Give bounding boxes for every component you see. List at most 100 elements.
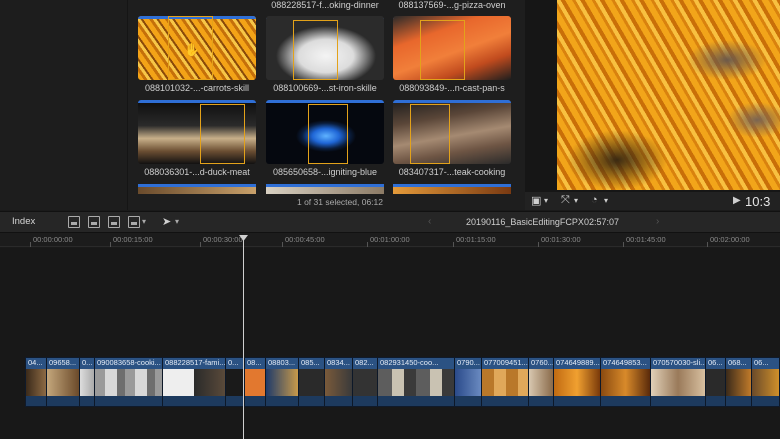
browser-clip-partial[interactable]: 088228517-f...oking-dinner xyxy=(266,0,384,10)
browser-clip[interactable]: 085650658-...igniting-blue xyxy=(266,100,384,177)
timeline-clip[interactable]: 08803... xyxy=(266,358,299,406)
clip-thumbnail[interactable] xyxy=(266,100,384,164)
timeline-clip-label: 0... xyxy=(226,358,244,369)
skim-frame xyxy=(420,20,465,80)
timeline-clip-label: 09658... xyxy=(47,358,79,369)
timeline-clip[interactable]: 0790... xyxy=(455,358,482,406)
clip-thumbnail[interactable] xyxy=(393,16,511,80)
ruler-tick xyxy=(200,242,201,247)
clip-thumbnail[interactable] xyxy=(266,16,384,80)
browser-clip-partial[interactable]: 088137569-...g-pizza-oven xyxy=(393,0,511,10)
project-name: 20190116_BasicEditingFCPX xyxy=(466,217,584,227)
timeline-clip[interactable]: 070570030-sli... xyxy=(651,358,706,406)
chevron-down-icon[interactable]: ▾ xyxy=(574,196,578,205)
timeline-clip-label: 068... xyxy=(726,358,751,369)
connect-clip-icon[interactable] xyxy=(68,216,80,228)
ruler-tick-label: 00:00:30:00 xyxy=(203,235,243,244)
clip-thumbnail[interactable] xyxy=(138,100,256,164)
browser-clip-name: 088137569-...g-pizza-oven xyxy=(398,0,506,10)
browser-clip[interactable]: ✋ 088101032-...-carrots-skill xyxy=(138,16,256,93)
timeline-toolbar: Index ▾ ➤ ▾ ‹ 20190116_BasicEditingFCPX … xyxy=(0,211,780,233)
ruler-tick xyxy=(453,242,454,247)
timeline-clip-label: 082... xyxy=(353,358,377,369)
view-options-icon[interactable]: ▣ xyxy=(531,194,541,207)
transform-icon[interactable]: ⤧ xyxy=(561,194,570,207)
skim-frame xyxy=(200,104,245,164)
select-tool-icon[interactable]: ➤ xyxy=(162,215,171,228)
viewer: ▣ ▾ ⤧ ▾ ◔ ▾ ▶ 10:3 xyxy=(525,0,780,210)
timeline-clip[interactable]: 0760... xyxy=(529,358,554,406)
back-arrow-icon[interactable]: ‹ xyxy=(428,216,431,227)
play-icon[interactable]: ▶ xyxy=(733,195,741,206)
timeline-clip[interactable]: 04... xyxy=(26,358,47,406)
browser-clip-partial[interactable] xyxy=(266,184,384,194)
viewer-controls: ▣ ▾ ⤧ ▾ ◔ ▾ ▶ xyxy=(525,192,780,210)
browser-clip-name: 085650658-...igniting-blue xyxy=(272,167,378,177)
browser-clip-partial[interactable] xyxy=(138,184,256,194)
overwrite-clip-icon[interactable] xyxy=(128,216,140,228)
ruler-tick xyxy=(623,242,624,247)
timeline-clip-label: 04... xyxy=(26,358,46,369)
clip-thumbnail[interactable] xyxy=(393,100,511,164)
timeline-clip-label: 0760... xyxy=(529,358,553,369)
library-sidebar xyxy=(0,0,128,210)
browser-clip-name: 083407317-...teak-cooking xyxy=(398,167,506,177)
ruler-tick xyxy=(30,242,31,247)
append-clip-icon[interactable] xyxy=(108,216,120,228)
timeline-clip[interactable]: 077009451... xyxy=(482,358,529,406)
project-duration: 02:57:07 xyxy=(584,217,620,227)
forward-arrow-icon[interactable]: › xyxy=(656,216,659,227)
timeline-clip-label: 0... xyxy=(80,358,94,369)
browser-clip-partial[interactable] xyxy=(393,184,511,194)
timeline-clip-label: 077009451... xyxy=(482,358,528,369)
playhead[interactable] xyxy=(243,235,244,439)
browser-clip[interactable]: 088093849-...n-cast-pan-s xyxy=(393,16,511,93)
timeline-clip[interactable]: 082931450-coo... xyxy=(378,358,455,406)
timeline-clip-label: 08... xyxy=(245,358,265,369)
skim-frame xyxy=(308,104,348,164)
timeline-clip[interactable]: 08... xyxy=(245,358,266,406)
timeline-clip[interactable]: 068... xyxy=(726,358,752,406)
timeline-clip[interactable]: 074649889... xyxy=(554,358,601,406)
chevron-down-icon[interactable]: ▾ xyxy=(175,217,179,226)
timeline-clip[interactable]: 082... xyxy=(353,358,378,406)
timeline-clip-label: 074649889... xyxy=(554,358,600,369)
selection-bar xyxy=(138,100,256,103)
ruler-tick xyxy=(538,242,539,247)
timeline-ruler[interactable]: 00:00:00:00 00:00:15:00 00:00:30:00 00:0… xyxy=(0,233,780,247)
chevron-down-icon[interactable]: ▾ xyxy=(604,196,608,205)
ruler-tick xyxy=(367,242,368,247)
chevron-down-icon[interactable]: ▾ xyxy=(544,196,548,205)
ruler-tick xyxy=(707,242,708,247)
timeline-clip[interactable]: 090083658-cooki... xyxy=(95,358,163,406)
timeline-clip-label: 08803... xyxy=(266,358,298,369)
timeline-clip-label: 070570030-sli... xyxy=(651,358,705,369)
timeline-area[interactable]: 04... 09658... 0... 090083658-cooki... 0… xyxy=(0,248,780,439)
ruler-tick-label: 00:01:45:00 xyxy=(626,235,666,244)
browser-clip[interactable]: 088036301-...d-duck-meat xyxy=(138,100,256,177)
timeline-clip[interactable]: 074649853... xyxy=(601,358,651,406)
timeline-clip-label: 085... xyxy=(299,358,324,369)
browser-clip-name: 088100669-...st-iron-skille xyxy=(273,83,377,93)
browser-clip[interactable]: 083407317-...teak-cooking xyxy=(393,100,511,177)
index-button[interactable]: Index xyxy=(12,216,35,227)
timeline-clip[interactable]: 0834... xyxy=(325,358,353,406)
timeline-clip-label: 06... xyxy=(752,358,779,369)
timeline-clip[interactable]: 06... xyxy=(706,358,726,406)
timeline-clip[interactable]: 088228517-fami... xyxy=(163,358,226,406)
timeline-clip-label: 082931450-coo... xyxy=(378,358,454,369)
clip-thumbnail[interactable]: ✋ xyxy=(138,16,256,80)
timeline-clip[interactable]: 0... xyxy=(80,358,95,406)
speed-gauge-icon[interactable]: ◔ xyxy=(591,194,598,206)
browser-clip[interactable]: 088100669-...st-iron-skille xyxy=(266,16,384,93)
ruler-tick xyxy=(110,242,111,247)
chevron-down-icon[interactable]: ▾ xyxy=(142,217,146,226)
insert-clip-icon[interactable] xyxy=(88,216,100,228)
timeline-clip[interactable]: 09658... xyxy=(47,358,80,406)
browser-clip-name: 088093849-...n-cast-pan-s xyxy=(399,83,505,93)
ruler-tick xyxy=(282,242,283,247)
timeline-clip[interactable]: 06... xyxy=(752,358,780,406)
timeline-clip[interactable]: 085... xyxy=(299,358,325,406)
timeline-clip-label: 0790... xyxy=(455,358,481,369)
hand-cursor-icon: ✋ xyxy=(184,42,201,57)
